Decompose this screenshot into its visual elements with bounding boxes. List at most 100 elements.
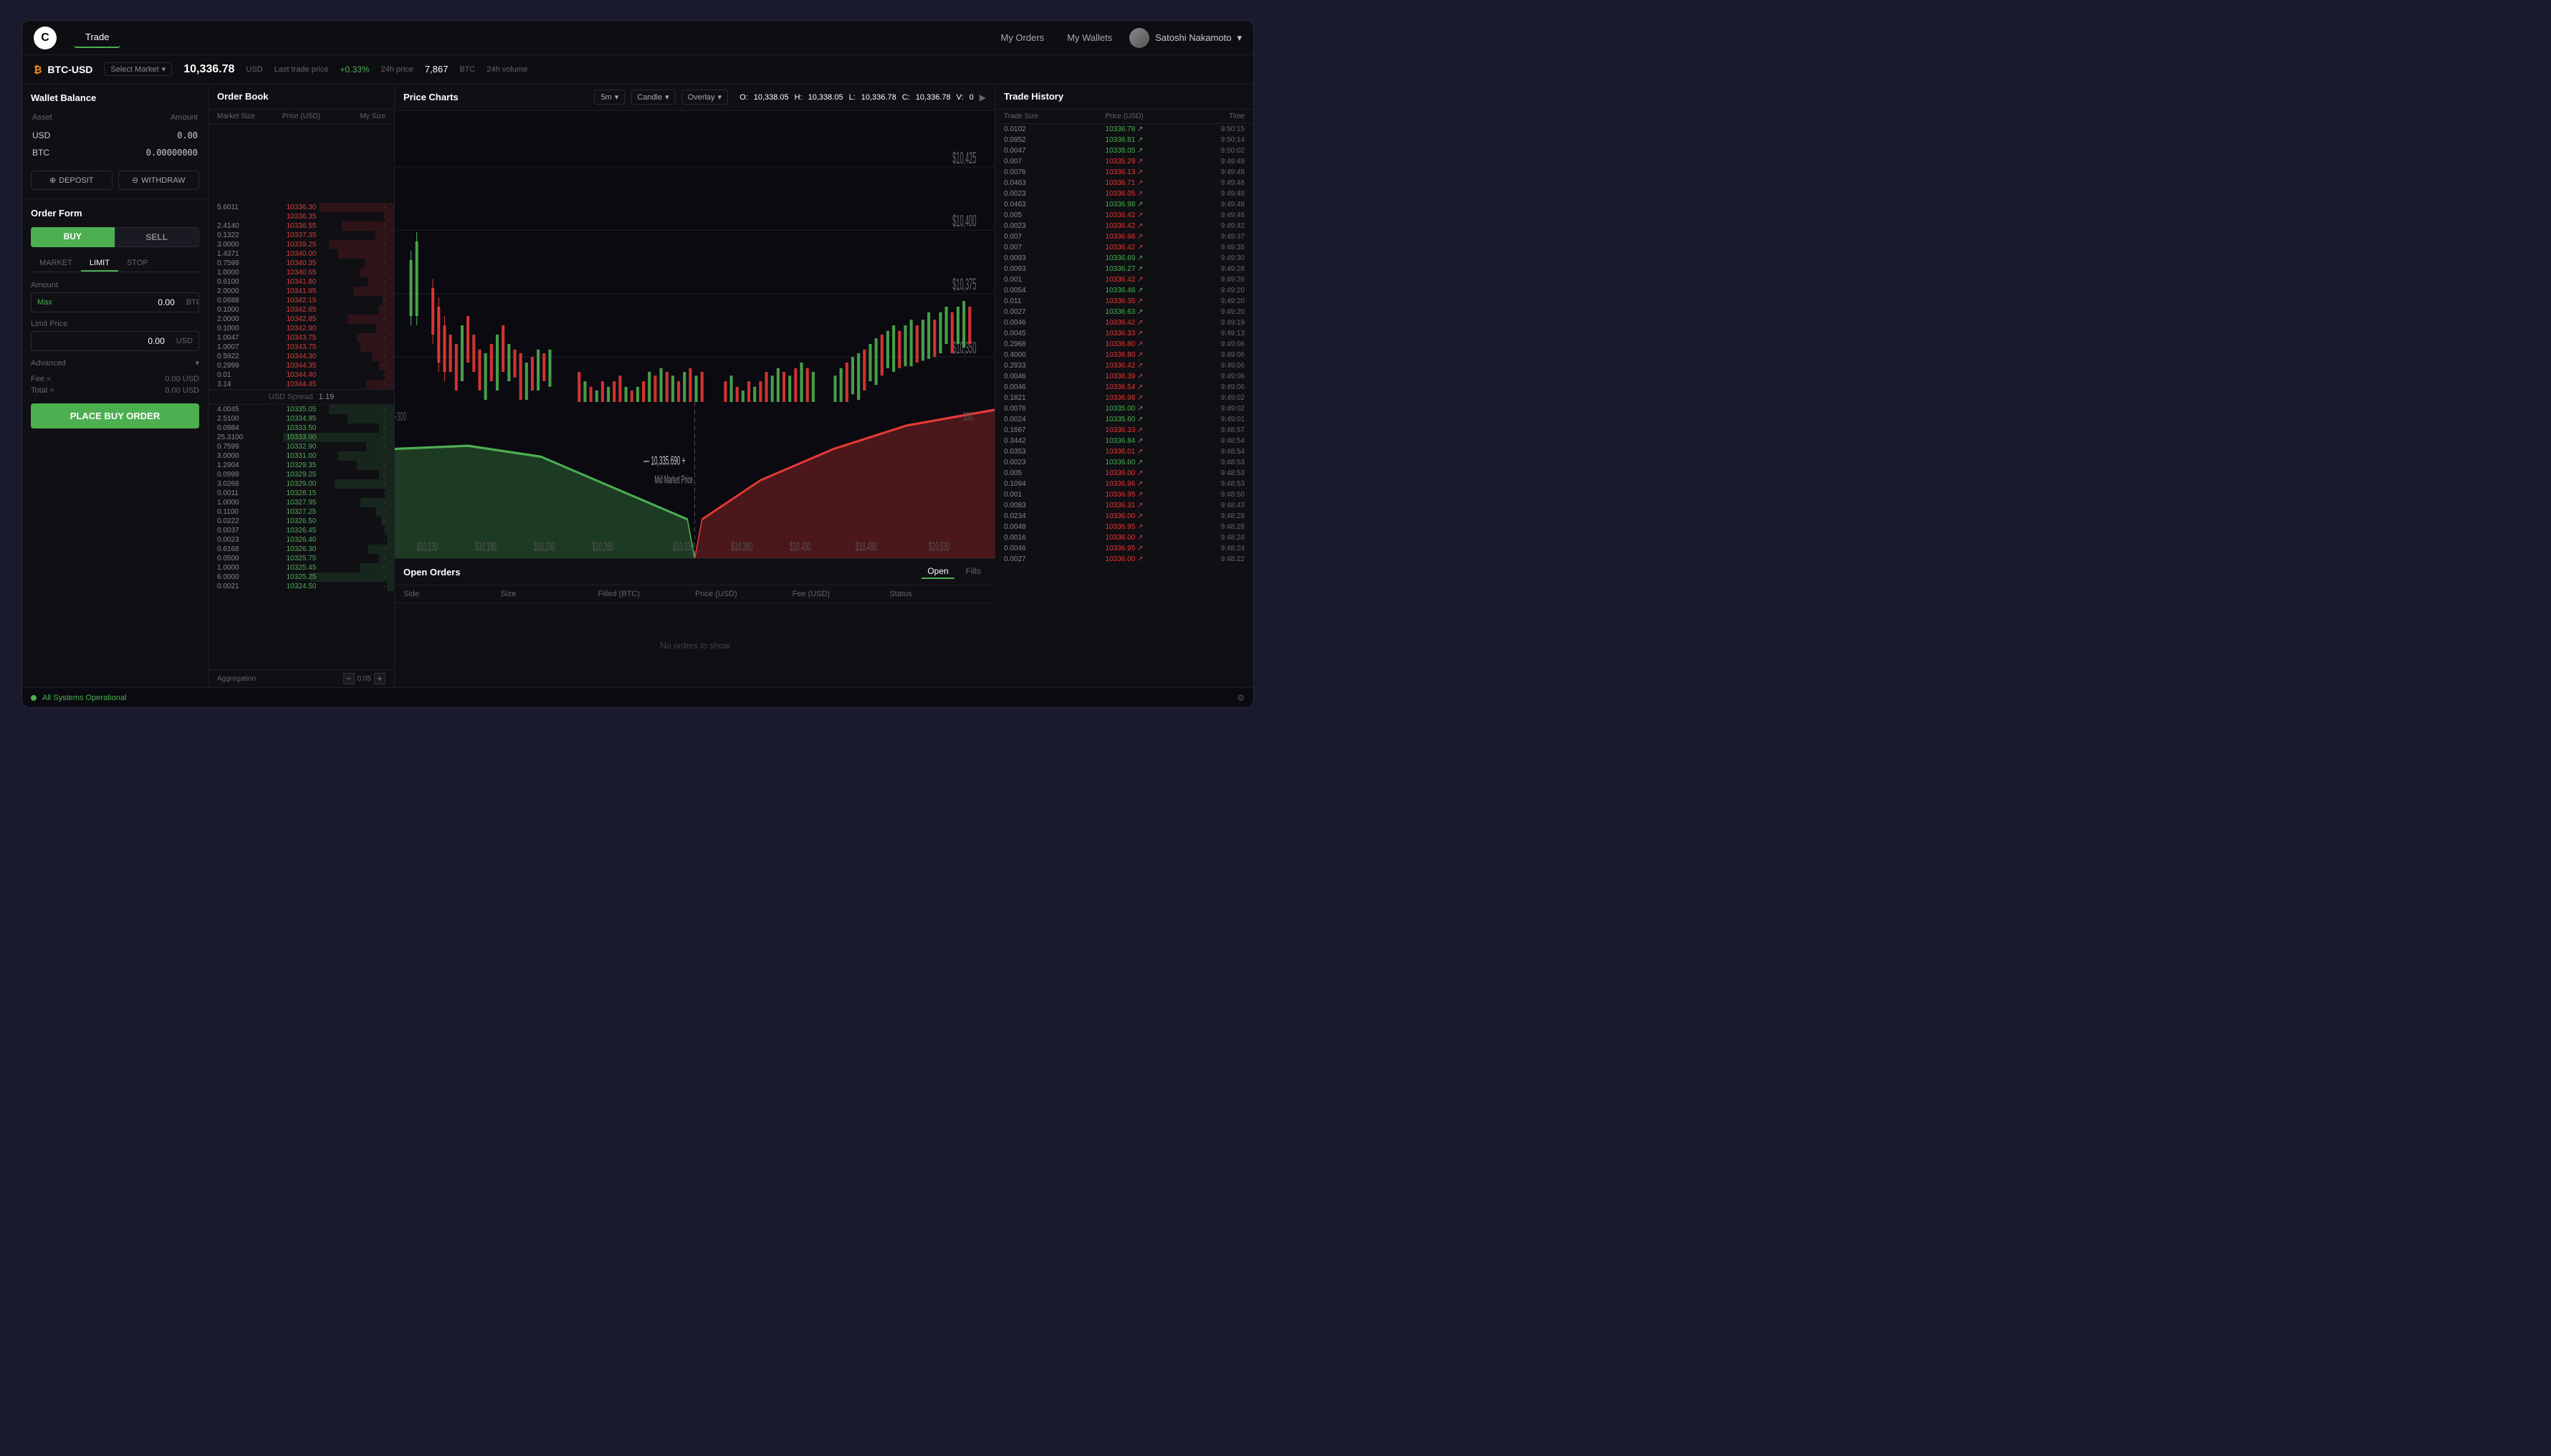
agg-decrease-button[interactable]: − (343, 673, 355, 684)
sell-tab[interactable]: SELL (115, 227, 200, 247)
order-book-ask-row[interactable]: 0.2999 10344.35 - (209, 361, 394, 370)
c-value: 10,336.78 (916, 93, 951, 102)
trade-history-row: 0.0045 10336.33 ↗ 9:49:13 (995, 328, 1253, 339)
status-text: All Systems Operational (42, 694, 126, 702)
timeframe-dropdown[interactable]: 5m ▾ (594, 90, 625, 105)
wallet-actions: ⊕ DEPOSIT ⊖ WITHDRAW (31, 171, 199, 190)
svg-text:$10,375: $10,375 (952, 275, 976, 294)
order-book-bid-row[interactable]: 0.0984 10333.50 - (209, 423, 394, 433)
main-layout: Wallet Balance Asset Amount USD 0.00 (22, 84, 1253, 687)
order-book-header: Order Book (209, 84, 394, 110)
chart-area[interactable]: $10,425 $10,400 $10,375 $10,350 $10,325 … (395, 111, 995, 558)
deposit-button[interactable]: ⊕ DEPOSIT (31, 171, 113, 190)
order-book-bid-row[interactable]: 4.0045 10335.05 - (209, 405, 394, 414)
chart-controls: 5m ▾ Candle ▾ Overlay ▾ (594, 90, 728, 105)
stop-order-tab[interactable]: STOP (118, 256, 157, 272)
order-book-bid-row[interactable]: 2.5100 10334.95 - (209, 414, 394, 423)
order-book-bid-row[interactable]: 1.0000 10325.45 - (209, 563, 394, 573)
order-book-ask-row[interactable]: 0.1000 10342.90 - (209, 324, 394, 333)
trade-history-columns: Trade Size Price (USD) Time (995, 110, 1253, 124)
order-book-ask-row[interactable]: 0.1000 10342.65 - (209, 305, 394, 315)
settings-gear-icon[interactable]: ⚙ (1237, 693, 1245, 703)
order-book-ask-row[interactable]: 0.5922 10344.30 - (209, 352, 394, 361)
order-book-ask-row[interactable]: 0.7599 10340.35 - (209, 259, 394, 268)
order-book-ask-row[interactable]: 0.01 10344.40 - (209, 370, 394, 380)
agg-increase-button[interactable]: + (374, 673, 386, 684)
chart-type-dropdown[interactable]: Candle ▾ (631, 90, 675, 105)
open-orders-header: Open Orders Open Fills (395, 559, 995, 585)
order-book-bid-row[interactable]: 25.3100 10333.00 - (209, 433, 394, 442)
order-book-bid-row[interactable]: 0.1100 10327.25 - (209, 507, 394, 517)
order-book-bid-row[interactable]: 3.0000 10331.00 - (209, 451, 394, 461)
order-book-ask-row[interactable]: 0.6100 10341.80 - (209, 277, 394, 287)
order-book-ask-row[interactable]: 2.0000 10342.85 - (209, 315, 394, 324)
overlay-dropdown[interactable]: Overlay ▾ (681, 90, 728, 105)
max-button[interactable]: Max (32, 295, 58, 310)
buy-tab[interactable]: BUY (31, 227, 115, 247)
wallet-table: Asset Amount USD 0.00 BTC 0.00000000 (31, 112, 199, 162)
order-book-panel: Order Book Market Size Price (USD) My Si… (209, 84, 395, 687)
advanced-toggle[interactable]: Advanced ▾ (31, 358, 199, 368)
order-book-bid-row[interactable]: 0.0500 10325.75 - (209, 554, 394, 563)
order-book-bid-row[interactable]: 0.6168 10326.30 - (209, 545, 394, 554)
order-book-ask-row[interactable]: 5.6011 10336.30 - (209, 203, 394, 212)
nav-right: My Orders My Wallets Satoshi Nakamoto ▾ (995, 28, 1242, 48)
place-order-button[interactable]: PLACE BUY ORDER (31, 403, 199, 428)
market-order-tab[interactable]: MARKET (31, 256, 81, 272)
withdraw-button[interactable]: ⊖ WITHDRAW (118, 171, 200, 190)
chart-forward-icon[interactable]: ▶ (980, 92, 986, 102)
select-market-button[interactable]: Select Market ▾ (104, 62, 172, 76)
trade-history-row: 0.4000 10336.80 ↗ 9:49:06 (995, 350, 1253, 360)
trade-history-row: 0.0046 10336.39 ↗ 9:49:06 (995, 371, 1253, 382)
order-book-bid-row[interactable]: 3.0268 10329.00 - (209, 479, 394, 489)
overlay-value: Overlay (688, 93, 715, 102)
fills-tab[interactable]: Fills (960, 565, 987, 579)
order-book-ask-row[interactable]: 1.4371 10340.00 - (209, 249, 394, 259)
trade-history-row: 0.007 10336.66 ↗ 9:49:37 (995, 231, 1253, 242)
order-book-bid-row[interactable]: 0.0023 10326.40 - (209, 535, 394, 545)
volume-label: 24h volume (487, 65, 527, 74)
order-book-bid-row[interactable]: 0.7599 10332.90 - (209, 442, 394, 451)
my-wallets-button[interactable]: My Wallets (1061, 29, 1118, 46)
order-book-bid-row[interactable]: 0.0011 10328.15 - (209, 489, 394, 498)
order-book-ask-row[interactable]: 10336.35 - (209, 212, 394, 221)
fee-value: 0.00 USD (165, 375, 199, 383)
order-book-ask-row[interactable]: 1.0047 10343.75 - (209, 333, 394, 343)
my-orders-button[interactable]: My Orders (995, 29, 1050, 46)
app-logo[interactable]: C (34, 27, 57, 49)
order-book-ask-row[interactable]: 0.1322 10337.35 - (209, 231, 394, 240)
order-type-tabs: MARKET LIMIT STOP (31, 256, 199, 272)
depth-chart-svg: $10,130 $10,180 $10,230 $10,280 $10,330 … (395, 402, 995, 558)
total-row: Total ≈ 0.00 USD (31, 386, 199, 395)
open-tab[interactable]: Open (922, 565, 954, 579)
user-menu[interactable]: Satoshi Nakamoto ▾ (1129, 28, 1242, 48)
order-book-ask-row[interactable]: 0.0688 10342.15 - (209, 296, 394, 305)
limit-price-input[interactable] (32, 332, 171, 350)
nav-tab-trade[interactable]: Trade (74, 27, 120, 48)
order-book-ask-row[interactable]: 1.0000 10340.65 - (209, 268, 394, 277)
order-book-ask-row[interactable]: 3.0000 10339.25 - (209, 240, 394, 249)
order-book-bid-row[interactable]: 0.0037 10326.45 - (209, 526, 394, 535)
amount-input[interactable] (58, 293, 181, 312)
order-book-ask-row[interactable]: 2.4140 10336.55 - (209, 221, 394, 231)
order-book-bid-row[interactable]: 0.0021 10324.50 - (209, 582, 394, 591)
last-price: 10,336.78 (183, 63, 234, 76)
avatar-image (1129, 28, 1149, 48)
plus-icon: ⊕ (49, 176, 56, 185)
order-book-ask-row[interactable]: 2.0000 10341.95 - (209, 287, 394, 296)
ob-col-market-size: Market Size (217, 112, 273, 120)
order-book-ask-row[interactable]: 1.0007 10343.75 - (209, 343, 394, 352)
order-book-bid-row[interactable]: 6.0000 10325.25 - (209, 573, 394, 582)
trade-history-row: 0.0016 10336.00 ↗ 9:48:24 (995, 532, 1253, 543)
svg-text:$10,230: $10,230 (534, 540, 555, 553)
trade-history-row: 0.001 10336.95 ↗ 9:48:50 (995, 489, 1253, 500)
order-book-bid-row[interactable]: 1.0000 10327.95 - (209, 498, 394, 507)
order-book-bid-row[interactable]: 0.0999 10329.25 - (209, 470, 394, 479)
order-book-bid-row[interactable]: 0.0222 10326.50 - (209, 517, 394, 526)
order-book-bid-row[interactable]: 1.2904 10329.35 - (209, 461, 394, 470)
minus-icon: ⊖ (132, 176, 138, 185)
open-orders-tabs: Open Fills (922, 565, 987, 579)
limit-order-tab[interactable]: LIMIT (81, 256, 118, 272)
limit-price-field: Limit Price USD (31, 320, 199, 351)
order-book-ask-row[interactable]: 3.14 10344.45 - (209, 380, 394, 389)
